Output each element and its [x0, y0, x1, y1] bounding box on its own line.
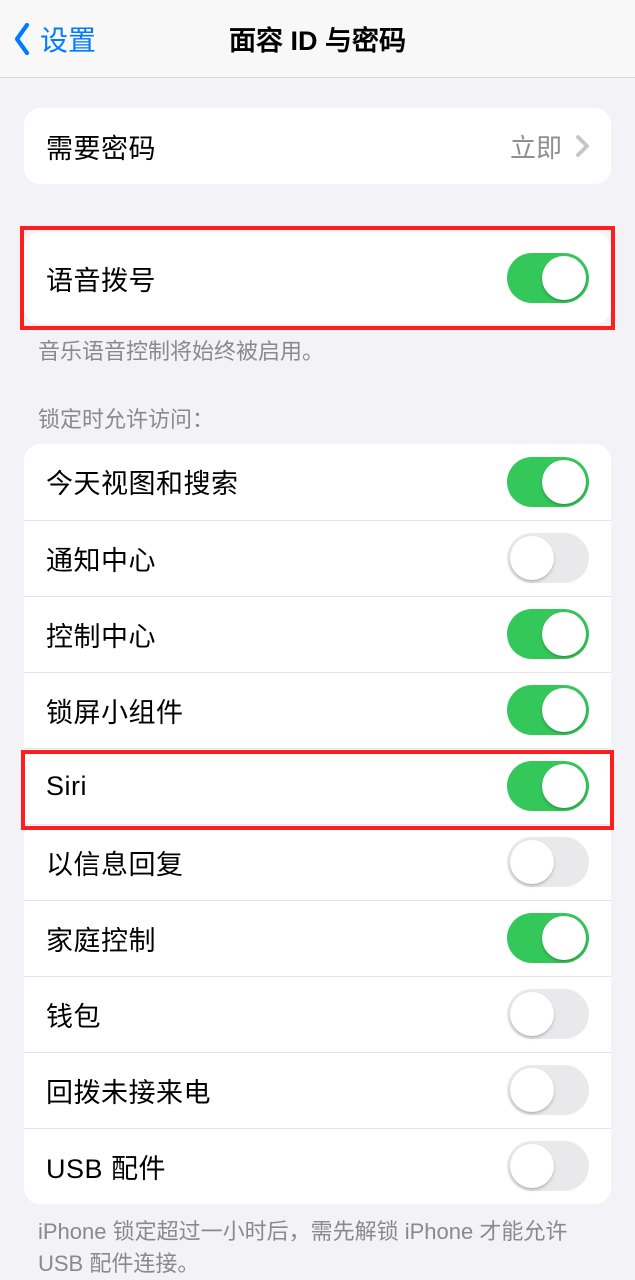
require-passcode-value: 立即	[510, 128, 562, 165]
row-label: USB 配件	[46, 1147, 166, 1186]
voice-dial-label: 语音拨号	[46, 259, 156, 298]
row-label: 今天视图和搜索	[46, 462, 239, 501]
allow-access-header: 锁定时允许访问：	[0, 402, 635, 444]
require-passcode-group: 需要密码 立即	[24, 108, 611, 184]
nav-bar: 设置 面容 ID 与密码	[0, 0, 635, 78]
chevron-left-icon	[12, 22, 32, 56]
require-passcode-row[interactable]: 需要密码 立即	[24, 108, 611, 184]
row-label: 通知中心	[46, 539, 156, 578]
voice-dial-row: 语音拨号	[24, 232, 611, 324]
allow-access-row-today: 今天视图和搜索	[24, 444, 611, 520]
allow-access-row-home-control: 家庭控制	[24, 900, 611, 976]
allow-access-row-reply-message: 以信息回复	[24, 824, 611, 900]
row-label: 钱包	[46, 995, 101, 1034]
allow-access-row-notification-center: 通知中心	[24, 520, 611, 596]
allow-access-row-control-center: 控制中心	[24, 596, 611, 672]
toggle-usb[interactable]	[507, 1141, 589, 1191]
allow-access-row-return-calls: 回拨未接来电	[24, 1052, 611, 1128]
row-label: 家庭控制	[46, 919, 156, 958]
allow-access-row-siri: Siri	[24, 748, 611, 824]
row-label: 控制中心	[46, 615, 156, 654]
toggle-return-calls[interactable]	[507, 1065, 589, 1115]
toggle-notification-center[interactable]	[507, 533, 589, 583]
back-button[interactable]: 设置	[0, 19, 96, 59]
chevron-right-icon	[576, 135, 589, 157]
toggle-lock-widgets[interactable]	[507, 685, 589, 735]
allow-access-group: 今天视图和搜索 通知中心 控制中心 锁屏小组件 Siri 以信息回复 家庭控制	[24, 444, 611, 1204]
toggle-home-control[interactable]	[507, 913, 589, 963]
toggle-reply-message[interactable]	[507, 837, 589, 887]
row-label: 以信息回复	[46, 843, 184, 882]
toggle-today[interactable]	[507, 457, 589, 507]
toggle-wallet[interactable]	[507, 989, 589, 1039]
allow-access-row-wallet: 钱包	[24, 976, 611, 1052]
content: 需要密码 立即 语音拨号 音乐语音控制将始终被启用。 锁定时允许访问： 今天视图…	[0, 78, 635, 1280]
toggle-control-center[interactable]	[507, 609, 589, 659]
row-label: 锁屏小组件	[46, 691, 184, 730]
allow-access-row-lock-widgets: 锁屏小组件	[24, 672, 611, 748]
row-label: Siri	[46, 771, 87, 802]
voice-dial-footer: 音乐语音控制将始终被启用。	[0, 324, 635, 368]
toggle-siri[interactable]	[507, 761, 589, 811]
row-label: 回拨未接来电	[46, 1071, 211, 1110]
back-label: 设置	[40, 19, 96, 59]
voice-dial-group-wrap: 语音拨号	[24, 232, 611, 324]
require-passcode-label: 需要密码	[46, 127, 156, 166]
allow-access-row-usb: USB 配件	[24, 1128, 611, 1204]
allow-access-footer: iPhone 锁定超过一小时后，需先解锁 iPhone 才能允许 USB 配件连…	[0, 1204, 635, 1280]
voice-dial-toggle[interactable]	[507, 253, 589, 303]
